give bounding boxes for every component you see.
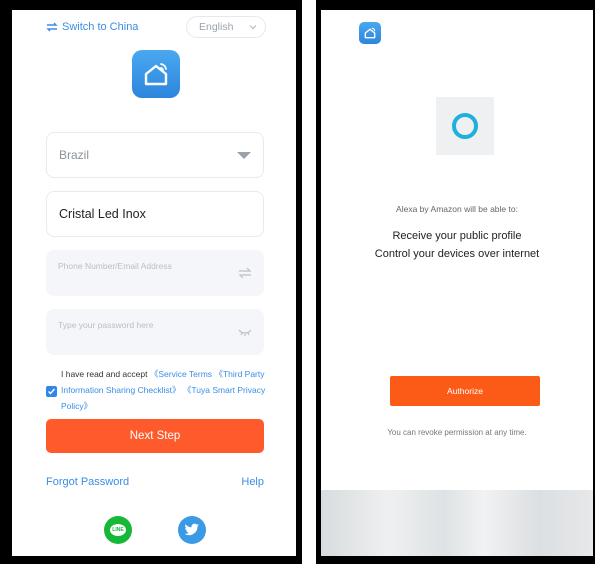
language-value: English [199, 21, 234, 33]
eye-closed-icon[interactable] [238, 328, 252, 336]
name-input[interactable]: Cristal Led Inox [46, 191, 264, 237]
screen-divider [302, 0, 316, 564]
terms-checkbox[interactable] [46, 386, 57, 397]
phone-email-placeholder: Phone Number/Email Address [58, 261, 172, 271]
bottom-links: Forgot Password Help [46, 476, 264, 488]
password-placeholder: Type your password here [58, 320, 154, 330]
password-input[interactable]: Type your password here [46, 309, 264, 355]
line-login-button[interactable]: LINE [104, 516, 132, 544]
country-select[interactable]: Brazil [46, 132, 264, 178]
chevron-down-icon [249, 25, 257, 30]
home-wifi-icon [364, 27, 376, 39]
service-terms-link[interactable]: 《Service Terms [150, 369, 212, 379]
twitter-login-button[interactable] [178, 516, 206, 544]
permission-control-devices: Control your devices over internet [374, 248, 540, 260]
app-icon [359, 22, 381, 44]
line-icon-glyph: LINE [112, 527, 124, 533]
app-logo [132, 50, 180, 98]
twitter-icon [184, 523, 199, 536]
alexa-able-to-text: Alexa by Amazon will be able to: [396, 204, 518, 214]
login-screen: Switch to China English Brazil Cristal L… [12, 10, 296, 556]
alexa-authorization-screen: Alexa by Amazon will be able to: Receive… [321, 10, 593, 556]
home-wifi-icon [144, 63, 168, 86]
top-bar: Switch to China English [46, 16, 266, 38]
next-step-button[interactable]: Next Step [46, 419, 264, 453]
line-icon: LINE [110, 524, 126, 536]
swap-vertical-icon [238, 267, 252, 279]
checkbox-checked-icon [48, 388, 56, 395]
phone-email-input[interactable]: Phone Number/Email Address [46, 250, 264, 296]
language-select[interactable]: English [186, 16, 266, 38]
agree-text: I have read and accept [61, 369, 148, 379]
permission-public-profile: Receive your public profile [392, 230, 522, 242]
name-value: Cristal Led Inox [59, 207, 146, 221]
authorize-button[interactable]: Authorize [390, 376, 540, 406]
switch-region-label: Switch to China [62, 21, 139, 33]
alexa-logo [436, 97, 494, 155]
terms-agreement: I have read and accept 《Service Terms 《T… [46, 366, 268, 414]
revoke-permission-text: You can revoke permission at any time. [387, 428, 527, 437]
blurred-footer [321, 490, 593, 556]
country-value: Brazil [59, 148, 90, 162]
swap-icon [46, 22, 58, 32]
alexa-icon [452, 113, 478, 139]
forgot-password-link[interactable]: Forgot Password [46, 476, 129, 488]
switch-region-link[interactable]: Switch to China [46, 21, 138, 33]
help-link[interactable]: Help [241, 476, 264, 488]
dropdown-triangle-icon [237, 151, 251, 159]
